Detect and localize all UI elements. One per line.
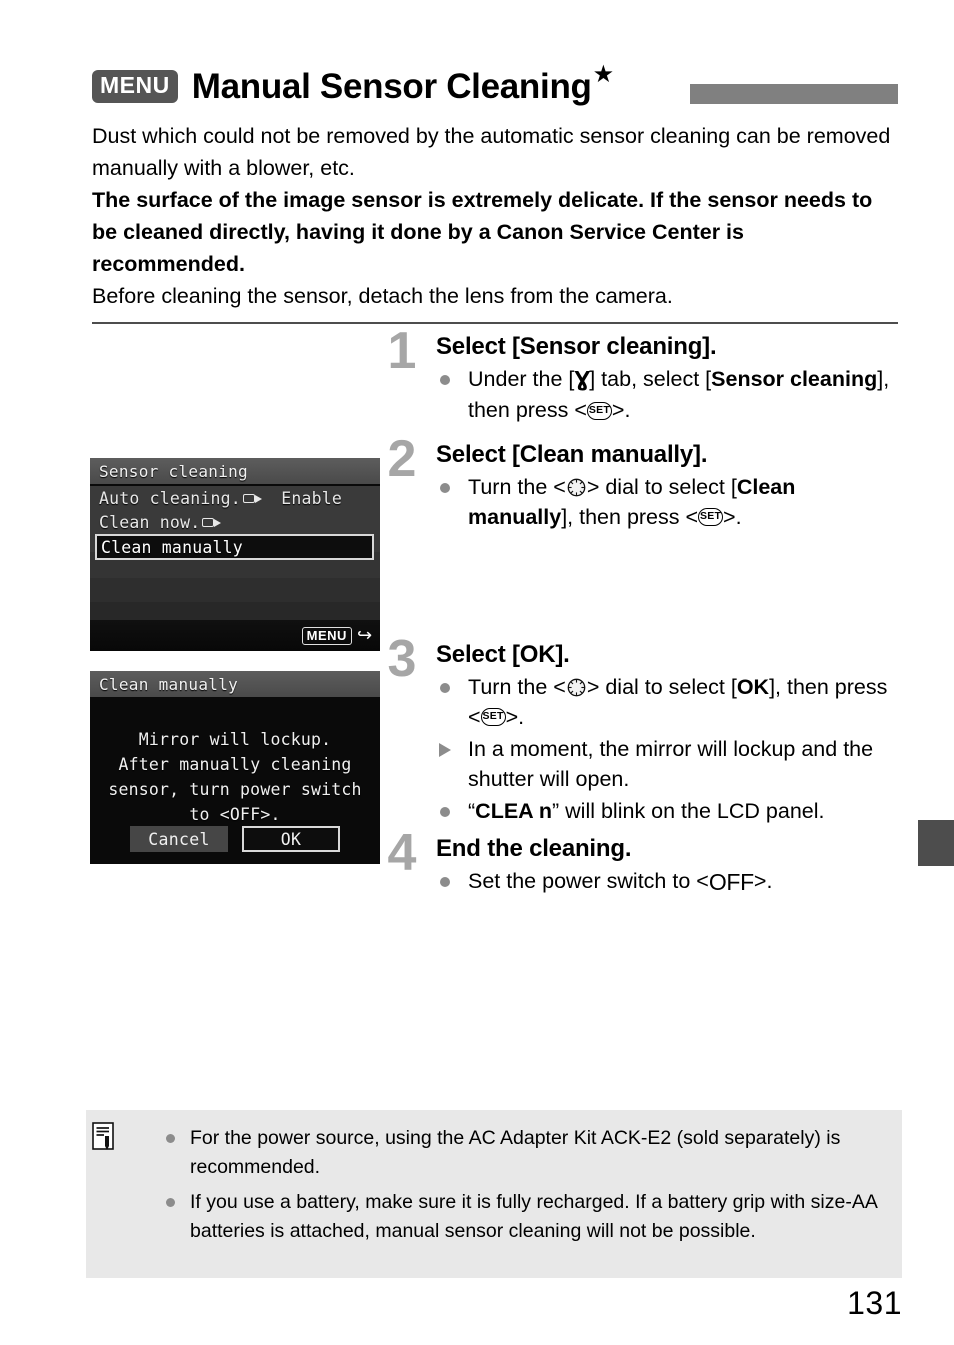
steps-list: 1 Select [Sensor cleaning]. Under the [Ɣ… [378,325,900,901]
sensor-icon [202,517,222,529]
bullet-text: In a moment, the mirror will lockup and … [468,737,874,791]
step-1: 1 Select [Sensor cleaning]. Under the [Ɣ… [378,325,900,436]
bullet-text-part: Turn the < [468,475,566,499]
bullet-text-part: ], then press < [561,505,699,529]
dialog-message: Mirror will lockup. After manually clean… [108,730,362,824]
set-button-icon: SET [698,508,724,527]
note-text: If you use a battery, make sure it is fu… [190,1191,877,1242]
intro-line-2: The surface of the image sensor is extre… [92,188,873,276]
title-accent-bar [690,84,898,104]
bullet-item: “CLEA n” will blink on the LCD panel. [436,796,900,826]
step-bullets: Turn the < > dial to select [Clean manual… [436,472,900,532]
power-off-icon: OFF [708,869,754,896]
menu-row-selected[interactable]: Clean manually [95,534,374,560]
quick-control-dial-icon [566,676,587,697]
screenshot-clean-manually-dialog: Clean manually Mirror will lockup. After… [90,671,380,864]
step-title: End the cleaning. [436,835,632,862]
quick-control-dial-icon [566,476,587,497]
step-number: 1 [387,322,417,380]
menu-item-label: Clean manually [101,537,243,557]
step-number: 3 [387,630,417,688]
bullet-text-part: Set the power switch to < [468,869,709,893]
intro-text: Dust which could not be removed by the a… [92,120,900,312]
bullet-item: Turn the < > dial to select [OK], then pr… [436,672,900,732]
bullet-text-part: >. [723,505,742,529]
ok-button[interactable]: OK [242,826,340,852]
step-title: Select [OK]. [436,641,570,668]
menu-item-label: Clean now. [99,512,201,532]
note-list: For the power source, using the AC Adapt… [162,1124,892,1252]
return-arrow-icon: ↩ [356,625,372,646]
step-3: 3 Select [OK]. Turn the < > dial to selec… [378,633,900,830]
note-item: If you use a battery, make sure it is fu… [162,1188,892,1246]
lcd-header-title: Sensor cleaning [99,462,248,481]
bullet-item: Turn the < > dial to select [Clean manual… [436,472,900,532]
step-number: 2 [387,430,417,488]
lcd-header-title: Clean manually [99,675,239,694]
step-4: 4 End the cleaning. Set the power switch… [378,827,900,897]
intro-line-1: Dust which could not be removed by the a… [92,124,891,180]
intro-line-3: Before cleaning the sensor, detach the l… [92,284,673,308]
menu-row[interactable]: Clean now. [90,510,380,534]
bullet-item: Set the power switch to <OFF>. [436,866,900,897]
menu-list: Auto cleaning. Enable Clean now. Clean m… [90,486,380,560]
page-number: 131 [847,1285,902,1321]
step-bullets: Turn the < > dial to select [OK], then pr… [436,672,900,826]
step-bullets: Set the power switch to <OFF>. [436,866,900,897]
lcd-footer: MENU ↩ [301,625,372,646]
set-button-icon: SET [586,401,612,420]
step-title: Select [Sensor cleaning]. [436,333,717,360]
step-bullets: Under the [Ɣ] tab, select [Sensor cleani… [436,364,900,425]
bullet-text-part: ” will blink on the LCD panel. [552,799,825,823]
bullet-text-part: ] tab, select [ [589,367,712,391]
menu-item-label: Auto cleaning. [99,488,241,508]
sensor-icon [242,493,263,505]
dialog-buttons: Cancel OK [90,826,380,852]
menu-button-icon: MENU [301,627,352,645]
setup-tab-icon: Ɣ [574,367,590,392]
bullet-text-part: > dial to select [ [586,675,737,699]
step-number: 4 [387,824,417,882]
cancel-button[interactable]: Cancel [130,826,228,852]
section-divider [92,322,898,324]
bullet-text-part: Turn the < [468,675,566,699]
menu-row[interactable]: Auto cleaning. Enable [90,486,380,510]
note-memo-icon [92,1122,118,1152]
note-box: For the power source, using the AC Adapt… [86,1110,902,1278]
bullet-text-emphasis: CLEA n [475,799,553,823]
note-item: For the power source, using the AC Adapt… [162,1124,892,1182]
step-2: 2 Select [Clean manually]. Turn the < > d… [378,433,900,636]
bullet-item: Under the [Ɣ] tab, select [Sensor cleani… [436,364,900,425]
page-title: Manual Sensor Cleaning [191,66,592,106]
bullet-text-emphasis: OK [736,675,770,699]
bullet-text-part: >. [753,869,773,893]
bullet-text-part: > dial to select [ [586,475,737,499]
lcd-body: Auto cleaning. Enable Clean now. Clean m… [90,486,380,651]
bullet-text-part: >. [611,398,631,423]
bullet-text-part: Under the [ [468,367,575,391]
bullet-item: In a moment, the mirror will lockup and … [436,734,900,794]
dialog-body: Mirror will lockup. After manually clean… [90,699,380,864]
star-icon: ★ [592,60,615,88]
screenshot-sensor-cleaning-menu: Sensor cleaning Auto cleaning. Enable Cl… [90,458,380,651]
note-text: For the power source, using the AC Adapt… [190,1127,841,1178]
chapter-edge-tab [918,820,954,866]
menu-item-value: Enable [281,488,342,508]
step-title: Select [Clean manually]. [436,441,708,468]
set-button-icon: SET [480,708,506,727]
bullet-text-part: >. [505,705,525,729]
bullet-text-emphasis: Sensor cleaning [711,367,878,391]
menu-badge-icon: MENU [92,69,178,103]
